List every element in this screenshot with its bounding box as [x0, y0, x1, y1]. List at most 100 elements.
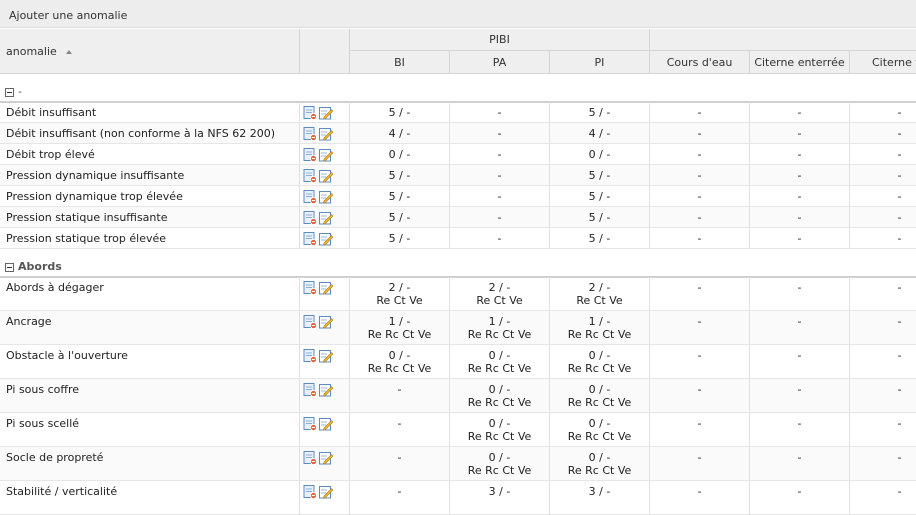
value-bi[interactable]: 5 / -	[350, 207, 450, 227]
edit-icon[interactable]	[319, 417, 334, 431]
view-document-icon[interactable]	[303, 417, 317, 431]
table-row[interactable]: Pression dynamique trop élevée 5 / - - 5 / …	[0, 186, 916, 207]
view-document-icon[interactable]	[303, 451, 317, 465]
column-header-anomalie[interactable]: anomalie	[0, 29, 300, 74]
column-header-citerne-enterree[interactable]: Citerne enterrée	[750, 51, 850, 74]
value-bi[interactable]: 2 / - Re Ct Ve	[350, 277, 450, 310]
value-citerne-enterree[interactable]: -	[750, 379, 850, 412]
value-pa[interactable]: -	[450, 207, 550, 227]
value-bi[interactable]: 5 / -	[350, 165, 450, 185]
value-pi[interactable]: 1 / - Re Rc Ct Ve	[550, 311, 650, 344]
value-citerne-enterree[interactable]: -	[750, 481, 850, 514]
value-pa[interactable]: 0 / - Re Rc Ct Ve	[450, 379, 550, 412]
table-row[interactable]: Débit trop élevé 0 / - - 0 / - - - -	[0, 144, 916, 165]
table-row[interactable]: Débit insuffisant (non conforme à la NFS…	[0, 123, 916, 144]
group-header-row[interactable]: Abords	[0, 254, 916, 278]
view-document-icon[interactable]	[303, 106, 317, 120]
column-header-bi[interactable]: BI	[350, 51, 450, 74]
value-cours-deau[interactable]: -	[650, 345, 750, 378]
table-row[interactable]: Obstacle à l'ouverture 0 / - Re Rc Ct Ve 0 …	[0, 345, 916, 379]
value-bi[interactable]: 5 / -	[350, 102, 450, 122]
edit-icon[interactable]	[319, 169, 334, 183]
table-row[interactable]: Pression statique insuffisante 5 / - - 5 / …	[0, 207, 916, 228]
value-citerne-enterree[interactable]: -	[750, 123, 850, 143]
value-bi[interactable]: 5 / -	[350, 186, 450, 206]
value-bi[interactable]: 1 / - Re Rc Ct Ve	[350, 311, 450, 344]
value-pi[interactable]: 5 / -	[550, 165, 650, 185]
view-document-icon[interactable]	[303, 232, 317, 246]
value-cours-deau[interactable]: -	[650, 277, 750, 310]
edit-icon[interactable]	[319, 485, 334, 499]
value-citerne-enterree[interactable]: -	[750, 165, 850, 185]
view-document-icon[interactable]	[303, 485, 317, 499]
view-document-icon[interactable]	[303, 127, 317, 141]
value-citerne-fi[interactable]: -	[850, 186, 916, 206]
value-citerne-fi[interactable]: -	[850, 481, 916, 514]
edit-icon[interactable]	[319, 281, 334, 295]
edit-icon[interactable]	[319, 127, 334, 141]
value-citerne-fi[interactable]: -	[850, 165, 916, 185]
value-pa[interactable]: -	[450, 102, 550, 122]
value-pi[interactable]: 5 / -	[550, 207, 650, 227]
value-pi[interactable]: 5 / -	[550, 186, 650, 206]
value-citerne-fi[interactable]: -	[850, 123, 916, 143]
sort-asc-icon[interactable]	[66, 50, 72, 54]
value-bi[interactable]: 0 / -	[350, 144, 450, 164]
value-bi[interactable]: -	[350, 413, 450, 446]
value-citerne-fi[interactable]: -	[850, 207, 916, 227]
value-citerne-fi[interactable]: -	[850, 144, 916, 164]
edit-icon[interactable]	[319, 349, 334, 363]
value-cours-deau[interactable]: -	[650, 186, 750, 206]
value-pi[interactable]: 2 / - Re Ct Ve	[550, 277, 650, 310]
value-pa[interactable]: -	[450, 144, 550, 164]
value-pi[interactable]: 0 / - Re Rc Ct Ve	[550, 447, 650, 480]
value-pa[interactable]: 0 / - Re Rc Ct Ve	[450, 345, 550, 378]
value-cours-deau[interactable]: -	[650, 447, 750, 480]
value-citerne-enterree[interactable]: -	[750, 102, 850, 122]
value-pa[interactable]: 2 / - Re Ct Ve	[450, 277, 550, 310]
value-citerne-enterree[interactable]: -	[750, 186, 850, 206]
column-header-pa[interactable]: PA	[450, 51, 550, 74]
table-row[interactable]: Pi sous scellé -0 / - Re Rc Ct Ve 0 / - Re R…	[0, 413, 916, 447]
value-pa[interactable]: -	[450, 186, 550, 206]
edit-icon[interactable]	[319, 190, 334, 204]
value-cours-deau[interactable]: -	[650, 228, 750, 248]
value-citerne-enterree[interactable]: -	[750, 413, 850, 446]
table-row[interactable]: Socle de propreté -0 / - Re Rc Ct Ve 0 / -R…	[0, 447, 916, 481]
table-row[interactable]: Pression dynamique insuffisante 5 / - - 5 /…	[0, 165, 916, 186]
value-bi[interactable]: -	[350, 481, 450, 514]
column-header-pi[interactable]: PI	[550, 51, 650, 74]
view-document-icon[interactable]	[303, 169, 317, 183]
value-citerne-fi[interactable]: -	[850, 311, 916, 344]
value-cours-deau[interactable]: -	[650, 379, 750, 412]
view-document-icon[interactable]	[303, 211, 317, 225]
value-cours-deau[interactable]: -	[650, 102, 750, 122]
value-pi[interactable]: 0 / - Re Rc Ct Ve	[550, 413, 650, 446]
value-bi[interactable]: 5 / -	[350, 228, 450, 248]
value-bi[interactable]: 0 / - Re Rc Ct Ve	[350, 345, 450, 378]
value-citerne-fi[interactable]: -	[850, 447, 916, 480]
column-header-cours-deau[interactable]: Cours d'eau	[650, 51, 750, 74]
value-cours-deau[interactable]: -	[650, 481, 750, 514]
value-pa[interactable]: -	[450, 165, 550, 185]
edit-icon[interactable]	[319, 148, 334, 162]
table-row[interactable]: Abords à dégager 2 / - Re Ct Ve 2 / - Re Ct …	[0, 277, 916, 311]
view-document-icon[interactable]	[303, 383, 317, 397]
collapse-icon[interactable]	[5, 88, 14, 97]
value-cours-deau[interactable]: -	[650, 165, 750, 185]
value-cours-deau[interactable]: -	[650, 311, 750, 344]
table-row[interactable]: Pression statique trop élevée 5 / - - 5 / -…	[0, 228, 916, 249]
value-citerne-fi[interactable]: -	[850, 345, 916, 378]
value-pa[interactable]: -	[450, 228, 550, 248]
value-citerne-enterree[interactable]: -	[750, 228, 850, 248]
value-bi[interactable]: -	[350, 379, 450, 412]
value-cours-deau[interactable]: -	[650, 207, 750, 227]
value-pi[interactable]: 5 / -	[550, 228, 650, 248]
edit-icon[interactable]	[319, 383, 334, 397]
value-pi[interactable]: 0 / -	[550, 144, 650, 164]
value-pi[interactable]: 4 / -	[550, 123, 650, 143]
edit-icon[interactable]	[319, 211, 334, 225]
table-row[interactable]: Débit insuffisant 5 / - - 5 / - - - -	[0, 102, 916, 123]
value-cours-deau[interactable]: -	[650, 123, 750, 143]
value-cours-deau[interactable]: -	[650, 144, 750, 164]
